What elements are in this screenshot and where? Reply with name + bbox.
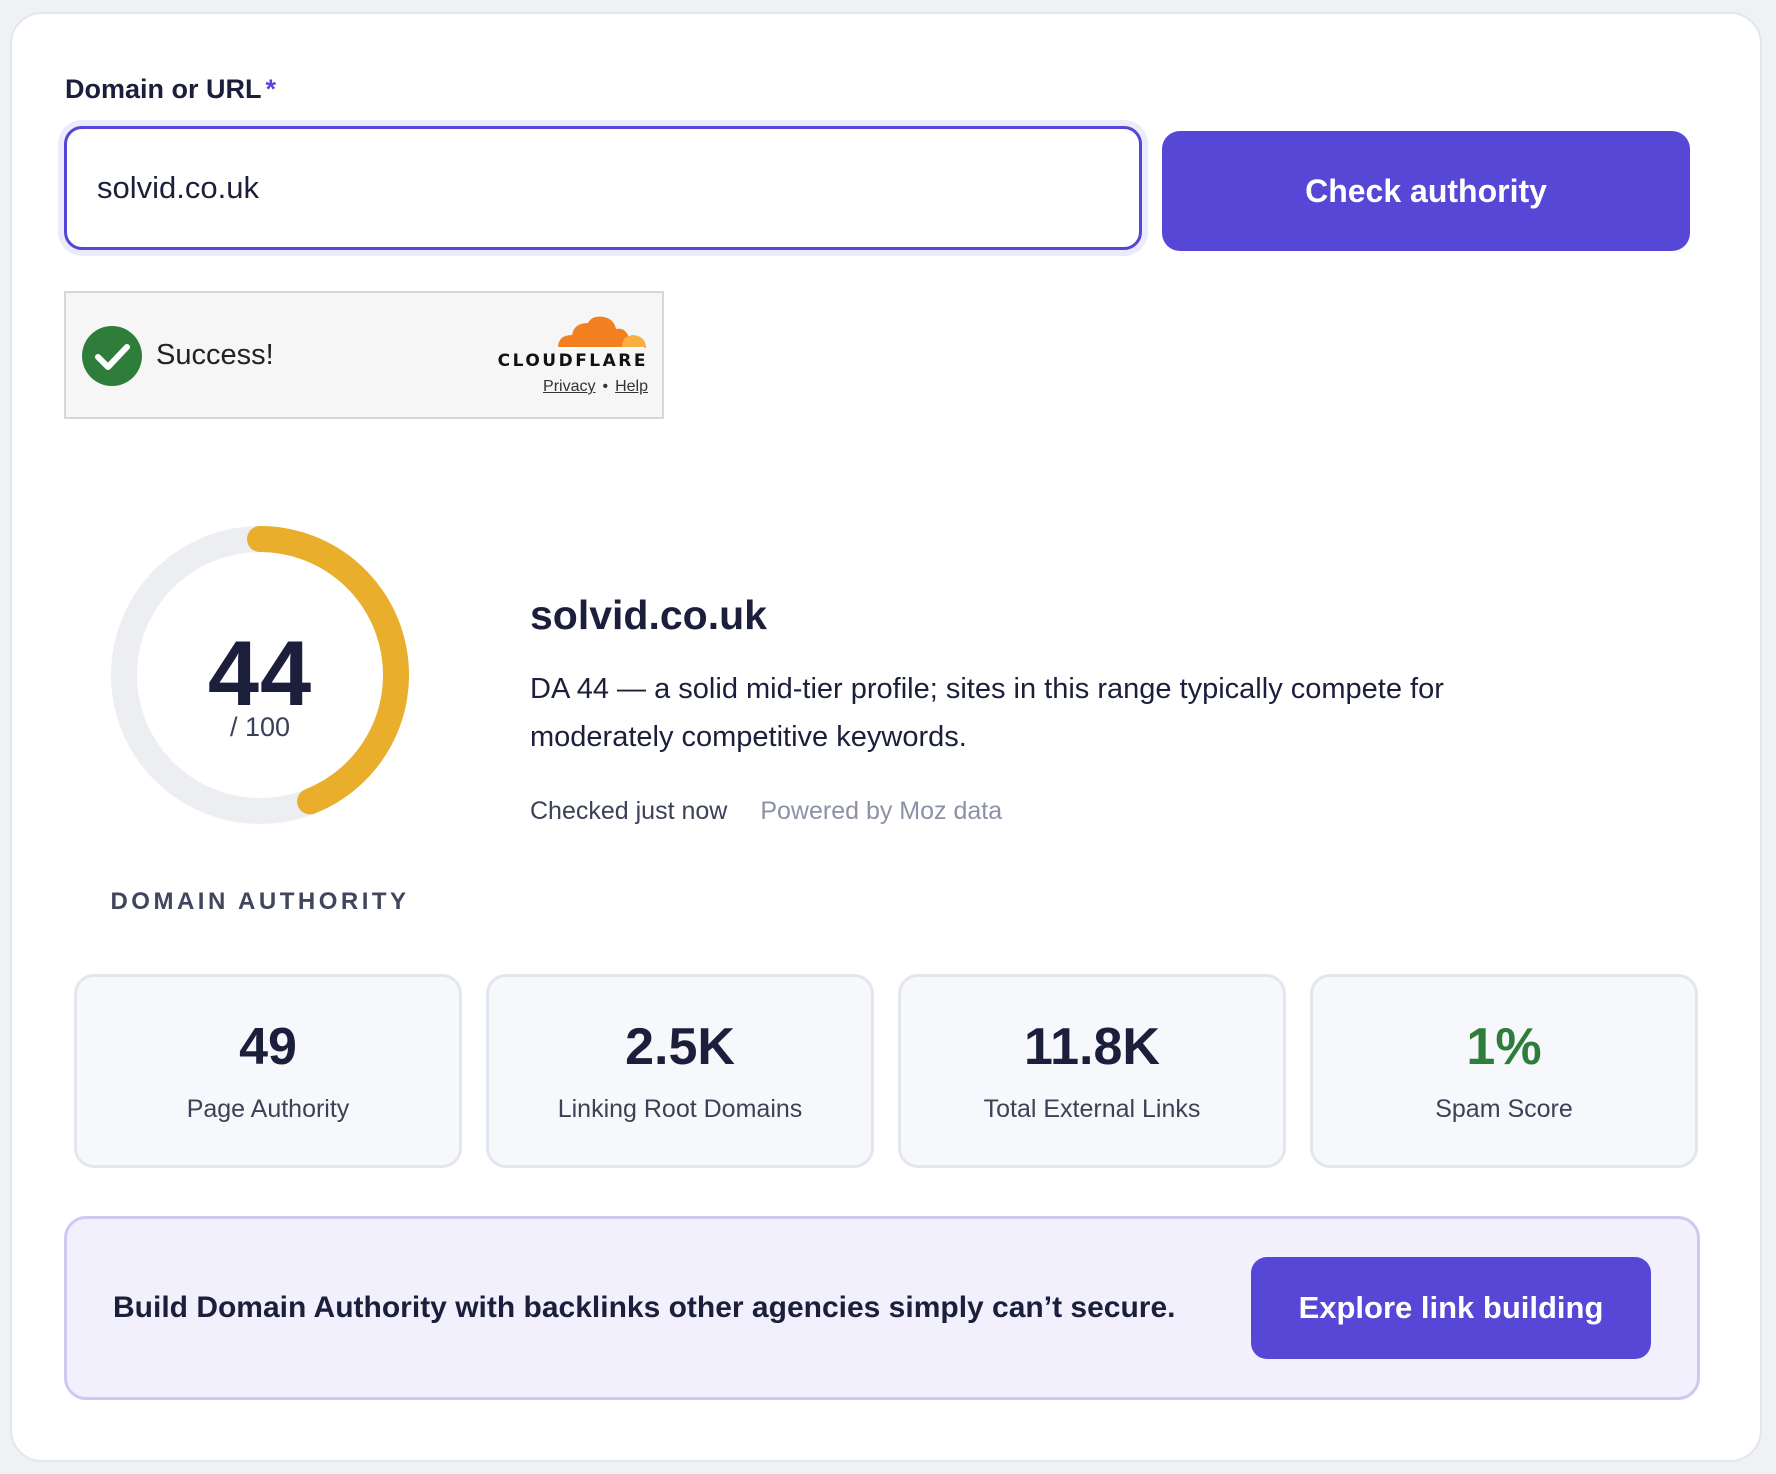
domain-field-label-text: Domain or URL xyxy=(65,74,262,104)
domain-authority-score: 44 xyxy=(207,623,313,725)
cloudflare-turnstile-widget: Success! CLOUDFLARE Privacy • Help xyxy=(64,291,664,419)
check-authority-button[interactable]: Check authority xyxy=(1162,131,1690,251)
stat-value: 2.5K xyxy=(625,1018,735,1076)
captcha-status-text: Success! xyxy=(156,339,274,371)
cloudflare-wordmark: CLOUDFLARE xyxy=(497,351,648,371)
explore-link-building-button[interactable]: Explore link building xyxy=(1251,1257,1651,1359)
stat-value: 11.8K xyxy=(1024,1018,1160,1076)
stat-value: 1% xyxy=(1466,1018,1542,1076)
help-link[interactable]: Help xyxy=(615,378,648,395)
result-description: DA 44 — a solid mid-tier profile; sites … xyxy=(530,673,1444,753)
result-meta: Checked just now Powered by Moz data xyxy=(530,797,1002,826)
stat-value: 49 xyxy=(239,1018,297,1076)
checked-timestamp: Checked just now xyxy=(530,797,728,825)
domain-input-wrapper xyxy=(64,126,1142,250)
stat-label: Linking Root Domains xyxy=(557,1095,803,1123)
stat-card-linking-root-domains: 2.5K Linking Root Domains xyxy=(486,974,874,1168)
cloudflare-logo: CLOUDFLARE Privacy • Help xyxy=(488,313,648,403)
stat-card-spam-score: 1% Spam Score xyxy=(1310,974,1698,1168)
domain-input[interactable] xyxy=(67,129,1139,247)
stat-label: Total External Links xyxy=(983,1095,1201,1123)
stat-card-page-authority: 49 Page Authority xyxy=(74,974,462,1168)
cloudflare-links: Privacy • Help xyxy=(488,378,648,396)
link-separator: • xyxy=(602,378,609,395)
gauge-max-label: / 100 xyxy=(229,712,291,742)
cloudflare-cloud-icon xyxy=(556,316,646,349)
success-check-icon xyxy=(82,326,142,386)
stat-label: Spam Score xyxy=(1435,1095,1573,1123)
cta-text: Build Domain Authority with backlinks ot… xyxy=(113,1291,1176,1324)
stat-card-total-external-links: 11.8K Total External Links xyxy=(898,974,1286,1168)
stat-label: Page Authority xyxy=(186,1095,350,1123)
result-domain-title: solvid.co.uk xyxy=(530,592,767,638)
required-asterisk: * xyxy=(265,74,277,104)
link-building-cta-banner: Build Domain Authority with backlinks ot… xyxy=(64,1216,1700,1400)
domain-field-label: Domain or URL * xyxy=(65,74,276,105)
privacy-link[interactable]: Privacy xyxy=(543,378,595,395)
data-source-note: Powered by Moz data xyxy=(760,797,1003,825)
gauge-caption: DOMAIN AUTHORITY xyxy=(110,888,410,915)
